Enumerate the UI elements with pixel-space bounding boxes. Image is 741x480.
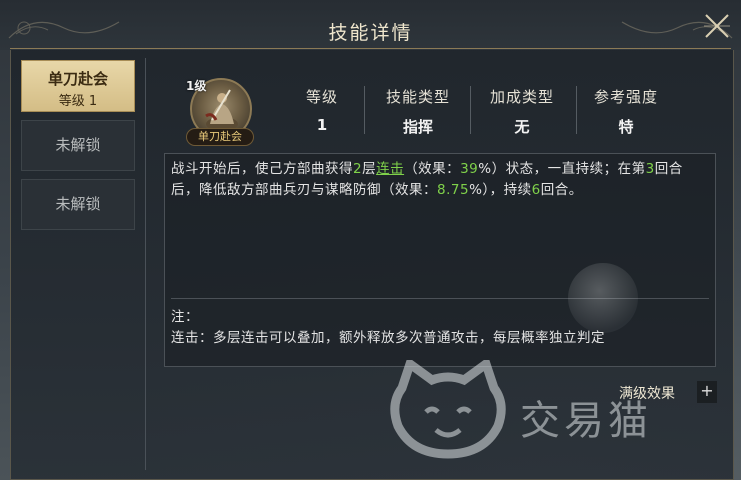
desc-text: （效果： — [404, 161, 461, 177]
desc-number: 8.75 — [437, 182, 470, 198]
stat-reference-strength: 参考强度 特 — [586, 86, 666, 137]
stat-bonus-type-header: 加成类型 — [489, 88, 554, 106]
stat-level-value: 1 — [316, 116, 328, 134]
tab-skill-1[interactable]: 单刀赴会 等级 1 — [21, 60, 135, 112]
stat-strength-value: 特 — [618, 118, 634, 136]
full-level-effect-button[interactable]: 满级效果 — [619, 383, 675, 403]
desc-number: 3 — [645, 161, 655, 177]
header-divider — [10, 48, 731, 49]
header-bar: 技能详情 — [0, 0, 741, 50]
skill-description-box: 战斗开始后，使己方部曲获得2层连击（效果：39%）状态，一直持续；在第3回合后，… — [164, 153, 716, 367]
desc-number: 2 — [353, 161, 363, 177]
stat-level-header: 等级 — [305, 88, 338, 106]
desc-text: 战斗开始后，使己方部曲获得 — [171, 161, 353, 177]
desc-text: %），持续 — [469, 182, 532, 198]
watermark-circle — [568, 263, 638, 333]
tab-skill-name: 单刀赴会 — [47, 70, 108, 88]
page-title: 技能详情 — [328, 22, 413, 44]
stat-separator — [576, 86, 577, 134]
tab-skill-level: 等级 1 — [58, 94, 98, 109]
note-body: 连击：多层连击可以叠加，额外释放多次普通攻击，每层概率独立判定 — [171, 330, 605, 346]
cat-logo-icon — [390, 360, 506, 459]
tab-locked-3[interactable]: 未解锁 — [21, 179, 135, 230]
stat-skill-type-value: 指挥 — [402, 118, 433, 136]
stat-bonus-type-value: 无 — [514, 118, 530, 136]
tab-locked-2[interactable]: 未解锁 — [21, 120, 135, 171]
combo-link[interactable]: 连击 — [376, 161, 404, 177]
stat-level: 等级 1 — [296, 86, 348, 134]
vertical-divider — [145, 58, 146, 470]
stat-separator — [470, 86, 471, 134]
stat-separator — [364, 86, 365, 134]
close-icon[interactable] — [701, 10, 733, 42]
stat-skill-type: 技能类型 指挥 — [378, 86, 458, 137]
stat-strength-header: 参考强度 — [593, 88, 658, 106]
expand-plus-button[interactable]: + — [697, 381, 717, 403]
desc-number: 6 — [531, 182, 541, 198]
desc-text: 回合。 — [540, 182, 583, 198]
desc-text: 层 — [362, 161, 377, 177]
warrior-icon — [205, 89, 238, 131]
desc-text: %）状态，一直持续；在第 — [478, 161, 646, 177]
stat-skill-type-header: 技能类型 — [385, 88, 450, 106]
skill-name-plate: 单刀赴会 — [186, 128, 254, 146]
skill-description: 战斗开始后，使己方部曲获得2层连击（效果：39%）状态，一直持续；在第3回合后，… — [171, 159, 695, 201]
desc-number: 39 — [460, 161, 479, 177]
skill-level-tag: 1级 — [186, 79, 207, 93]
stat-bonus-type: 加成类型 无 — [482, 86, 562, 137]
